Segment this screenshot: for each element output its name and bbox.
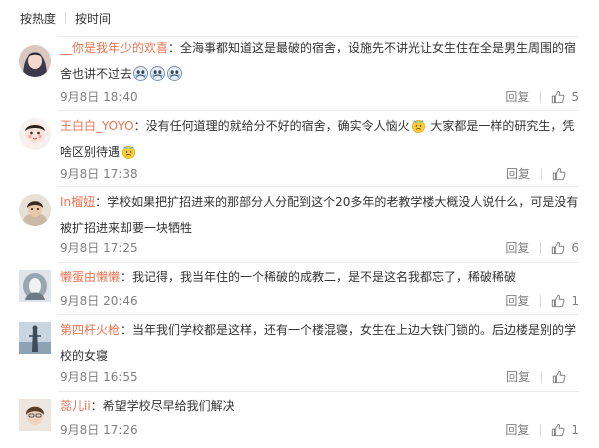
comment-time: 9月8日 16:55 <box>60 370 138 384</box>
reply-button[interactable]: 回复 <box>505 88 529 105</box>
reply-button[interactable]: 回复 <box>505 421 529 438</box>
reply-button[interactable]: 回复 <box>506 165 530 182</box>
like-button[interactable] <box>552 167 579 181</box>
comment-actions: 回复 <box>506 368 579 385</box>
avatar[interactable] <box>19 194 51 226</box>
sort-by-time-tab[interactable]: 按时间 <box>75 10 111 27</box>
comment-text: 王白白_YOYO：没有任何道理的就给分不好的宿舍，确实令人恼火 大家都是一样的研… <box>60 113 580 165</box>
angry-face-emoji-icon <box>121 144 136 159</box>
comment-time: 9月8日 17:26 <box>60 423 138 437</box>
comment-text: In榴妞：学校如果把扩招进来的那部分人分配到这个20多年的老教学楼大概没人说什么… <box>60 189 580 241</box>
action-separator <box>540 90 542 103</box>
action-separator <box>540 294 542 307</box>
divider <box>58 391 579 392</box>
comment-time: 9月8日 20:46 <box>60 294 138 308</box>
thumbs-up-icon <box>552 423 565 436</box>
avatar-image <box>19 322 51 354</box>
action-separator <box>540 241 542 254</box>
comment-time: 9月8日 18:40 <box>60 90 138 104</box>
like-button[interactable]: 6 <box>551 241 579 255</box>
like-count: 1 <box>571 422 579 437</box>
comment-body: ：全海事都知道这是最破的宿舍，设施先不讲光让女生住在全是男生周围的宿 <box>168 41 577 55</box>
comment-body: ：我记得，我当年住的一个稀破的成教二，是不是这名我都忘了，稀破稀破 <box>120 270 517 284</box>
comment-body: 啥区别待遇 <box>60 145 121 159</box>
comment-body: ：当年我们学校都是这样，还有一个楼混寝，女生在上边大铁门锁的。后边楼是别的学 <box>120 323 577 337</box>
thumbs-up-icon <box>552 90 565 103</box>
like-button[interactable]: 1 <box>551 294 579 308</box>
doge-crying-emoji-icon <box>167 66 183 81</box>
like-count: 1 <box>571 293 579 308</box>
comment-body: ：希望学校尽早给我们解决 <box>90 399 235 413</box>
comment-actions: 回复 <box>506 165 579 182</box>
username-link[interactable]: 第四杆火枪 <box>60 323 120 337</box>
doge-crying-emoji-icon <box>150 66 166 81</box>
avatar-image <box>19 118 51 150</box>
comment-text: 懒蛋由懒懒：我记得，我当年住的一个稀破的成教二，是不是这名我都忘了，稀破稀破 <box>60 264 580 290</box>
comment-actions: 回复 1 <box>505 292 579 309</box>
reply-button[interactable]: 回复 <box>505 239 529 256</box>
avatar-image <box>19 194 51 226</box>
reply-button[interactable]: 回复 <box>505 292 529 309</box>
sort-bar: 按热度 按时间 <box>0 0 599 36</box>
comment-body: 大家都是一样的研究生，凭 <box>426 119 575 133</box>
thumbs-up-icon <box>552 167 566 180</box>
username-link[interactable]: 王白白_YOYO <box>60 119 134 133</box>
like-button[interactable]: 1 <box>551 423 579 437</box>
thumbs-up-icon <box>552 241 565 254</box>
comment-text: 蕊儿ii：希望学校尽早给我们解决 <box>60 393 580 419</box>
action-separator <box>540 423 542 436</box>
thumbs-up-icon <box>552 294 565 307</box>
comment-body: 被扩招进来却要一块牺牲 <box>60 221 193 235</box>
action-separator <box>541 370 542 383</box>
comment-time: 9月8日 17:38 <box>60 167 138 181</box>
avatar[interactable] <box>19 322 51 354</box>
comment-actions: 回复 6 <box>505 239 579 256</box>
username-link[interactable]: 蕊儿ii <box>60 399 91 413</box>
angry-face-emoji-icon <box>411 118 426 133</box>
doge-crying-emoji-icon <box>133 66 149 81</box>
sort-by-hot-tab[interactable]: 按热度 <box>20 10 56 27</box>
comment-body: ：没有任何道理的就给分不好的宿舍，确实令人恼火 <box>133 119 410 133</box>
comment-body: 校的女寝 <box>60 349 109 363</box>
comment-body: ：学校如果把扩招进来的那部分人分配到这个20多年的老教学楼大概没人说什么，可是没… <box>95 195 579 209</box>
divider <box>58 110 579 111</box>
action-separator <box>541 167 542 180</box>
like-count: 6 <box>571 240 579 255</box>
username-link[interactable]: __你是我年少的欢喜 <box>60 41 168 55</box>
comment-actions: 回复 5 <box>505 88 579 105</box>
comment-text: __你是我年少的欢喜：全海事都知道这是最破的宿舍，设施先不讲光让女生住在全是男生… <box>60 35 580 87</box>
comment-text: 第四杆火枪：当年我们学校都是这样，还有一个楼混寝，女生在上边大铁门锁的。后边楼是… <box>60 317 580 369</box>
like-count: 5 <box>571 89 579 104</box>
thumbs-up-icon <box>552 370 566 383</box>
comment-actions: 回复 1 <box>505 421 579 438</box>
divider <box>58 262 579 263</box>
avatar[interactable] <box>19 118 51 150</box>
avatar-image <box>19 45 51 77</box>
reply-button[interactable]: 回复 <box>506 368 530 385</box>
like-button[interactable] <box>552 370 579 384</box>
comment-list: 按热度 按时间 __你是我年少的欢喜：全海事都知道这是最破的宿舍，设施先不讲光让… <box>0 0 599 448</box>
comment-body: 舍也讲不过去 <box>60 67 133 81</box>
username-link[interactable]: In榴妞 <box>60 195 95 209</box>
like-button[interactable]: 5 <box>551 90 579 104</box>
divider <box>58 314 579 315</box>
avatar[interactable] <box>19 270 51 302</box>
avatar-image <box>19 399 51 431</box>
divider <box>58 186 579 187</box>
avatar[interactable] <box>19 45 51 77</box>
sort-separator <box>65 12 67 24</box>
avatar-image <box>19 270 51 302</box>
username-link[interactable]: 懒蛋由懒懒 <box>60 270 120 284</box>
comment-time: 9月8日 17:25 <box>60 241 138 255</box>
avatar[interactable] <box>19 399 51 431</box>
